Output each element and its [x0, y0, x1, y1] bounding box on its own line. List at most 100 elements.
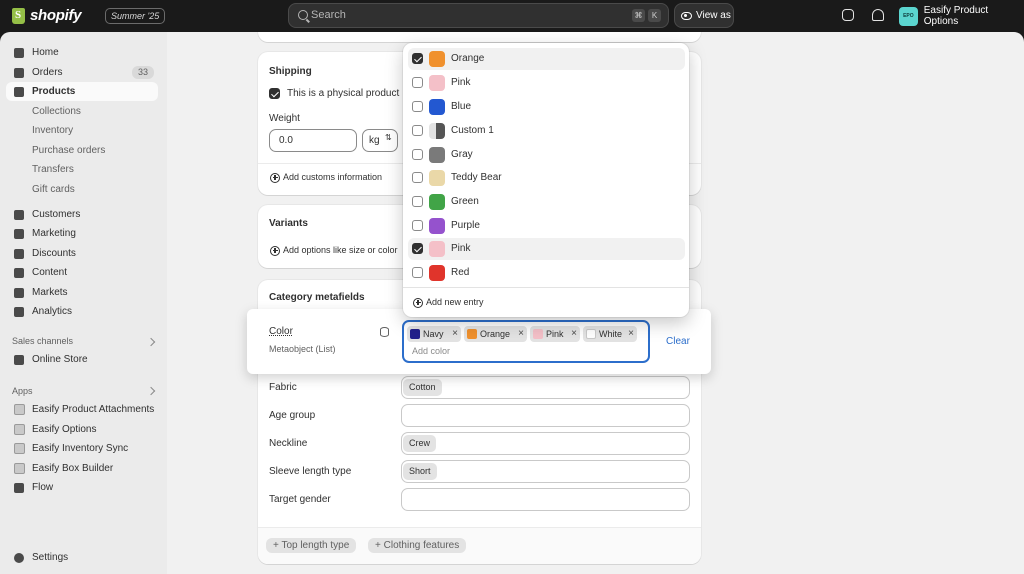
sidebar-item-label: Products	[32, 86, 76, 97]
fabric-field[interactable]: Cotton	[401, 376, 690, 399]
sidebar-item-app[interactable]: Easify Inventory Sync	[6, 439, 158, 458]
option-purple[interactable]: Purple	[408, 215, 685, 237]
brand-name: shopify	[30, 7, 82, 24]
sidebar-item-label: Customers	[32, 209, 81, 220]
store-avatar: EPO	[899, 6, 918, 26]
neckline-label: Neckline	[269, 438, 308, 449]
target-gender-field[interactable]	[401, 488, 690, 511]
top-length-type-suggestion[interactable]: + Top length type	[266, 538, 357, 553]
option-gray[interactable]: Gray	[408, 144, 685, 166]
sidebar-item-flow[interactable]: Flow	[6, 478, 158, 497]
weight-unit-select[interactable]: kg ⇅	[362, 129, 398, 152]
sidebar-item-products[interactable]: Products	[6, 82, 158, 101]
weight-unit-value: kg	[369, 135, 380, 146]
sidebar-item-gift-cards[interactable]: Gift cards	[6, 180, 158, 199]
bell-icon[interactable]	[872, 9, 884, 21]
orange-swatch	[467, 329, 477, 339]
add-customs-link[interactable]: Add customs information	[283, 172, 382, 182]
home-icon	[14, 47, 24, 58]
neckline-field[interactable]: Crew	[401, 432, 690, 455]
sidebar-item-discounts[interactable]: Discounts	[6, 244, 158, 263]
sidebar-item-label: Home	[32, 47, 59, 58]
option-pink[interactable]: Pink	[408, 72, 685, 94]
chevron-right-icon[interactable]	[146, 337, 156, 347]
pink-swatch	[533, 329, 543, 339]
sidebar-item-collections[interactable]: Collections	[6, 102, 158, 121]
tag-orange: Orange ×	[464, 326, 527, 342]
store-name: Easify Product Options	[923, 5, 989, 27]
color-swatch	[429, 170, 445, 186]
clear-button[interactable]: Clear	[666, 336, 690, 347]
color-label[interactable]: Color	[269, 326, 293, 337]
discount-icon	[14, 248, 24, 259]
option-checkbox[interactable]	[412, 267, 423, 278]
physical-product-checkbox[interactable]	[269, 88, 280, 99]
weight-input[interactable]: 0.0	[269, 129, 357, 152]
color-swatch	[429, 99, 445, 115]
sidebar-item-label: Markets	[32, 287, 68, 298]
app-icon	[14, 404, 25, 415]
option-label: Orange	[451, 53, 485, 64]
option-checkbox[interactable]	[412, 220, 423, 231]
sidebar-item-analytics[interactable]: Analytics	[6, 302, 158, 321]
sidebar-item-content[interactable]: Content	[6, 263, 158, 282]
search-bar[interactable]: Search ⌘ K	[288, 3, 669, 28]
option-label: Custom 1	[451, 125, 494, 136]
option-checkbox[interactable]	[412, 125, 423, 136]
option-checkbox[interactable]	[412, 101, 423, 112]
remove-tag-icon[interactable]: ×	[449, 326, 461, 342]
physical-product-label: This is a physical product	[287, 88, 400, 99]
remove-tag-icon[interactable]: ×	[568, 326, 580, 342]
color-swatch	[429, 75, 445, 91]
view-as-button[interactable]: View as	[674, 3, 734, 28]
option-checkbox[interactable]	[412, 196, 423, 207]
sidebar-item-label: Easify Inventory Sync	[32, 443, 129, 454]
tag-label: White	[599, 329, 623, 339]
remove-tag-icon[interactable]: ×	[515, 326, 527, 342]
sidebar-item-home[interactable]: Home	[6, 43, 158, 62]
option-teddy-bear[interactable]: Teddy Bear	[408, 167, 685, 189]
sidebar-item-customers[interactable]: Customers	[6, 205, 158, 224]
shopify-logo[interactable]: shopify	[12, 7, 82, 24]
category-metafields-title: Category metafields	[269, 292, 365, 303]
sidebar-item-marketing[interactable]: Marketing	[6, 224, 158, 243]
color-tag-input[interactable]: Navy × Orange × Pink × White × Add color	[402, 320, 650, 363]
chevron-right-icon[interactable]	[146, 386, 156, 396]
suggestions-footer: + Top length type + Clothing features	[258, 527, 701, 564]
sidebar-item-markets[interactable]: Markets	[6, 283, 158, 302]
sidebar-item-settings[interactable]: Settings	[6, 548, 158, 567]
option-checkbox[interactable]	[412, 77, 423, 88]
option-pink-2[interactable]: Pink	[408, 238, 685, 260]
option-green[interactable]: Green	[408, 191, 685, 213]
sidebar-item-online-store[interactable]: Online Store	[6, 350, 158, 369]
option-checkbox[interactable]	[412, 53, 423, 64]
sidebar-item-app[interactable]: Easify Box Builder	[6, 459, 158, 478]
age-group-field[interactable]	[401, 404, 690, 427]
sidebar-item-purchase-orders[interactable]: Purchase orders	[6, 141, 158, 160]
option-red[interactable]: Red	[408, 262, 685, 284]
option-blue[interactable]: Blue	[408, 96, 685, 118]
app-icon	[14, 424, 25, 435]
option-custom-1[interactable]: Custom 1	[408, 120, 685, 142]
sidebar-item-app[interactable]: Easify Options	[6, 420, 158, 439]
sidebar-item-inventory[interactable]: Inventory	[6, 121, 158, 140]
clothing-features-suggestion[interactable]: + Clothing features	[368, 538, 467, 553]
sidekick-icon[interactable]	[842, 9, 854, 21]
store-menu[interactable]: EPO Easify Product Options	[899, 5, 1024, 27]
option-checkbox[interactable]	[412, 243, 423, 254]
sleeve-length-field[interactable]: Short	[401, 460, 690, 483]
add-options-link[interactable]: Add options like size or color	[283, 245, 398, 255]
fabric-value-chip: Cotton	[403, 379, 442, 396]
add-new-entry-button[interactable]: Add new entry	[426, 297, 484, 307]
tag-navy: Navy ×	[407, 326, 461, 342]
option-checkbox[interactable]	[412, 172, 423, 183]
option-checkbox[interactable]	[412, 149, 423, 160]
k-key: K	[648, 9, 661, 22]
sidebar-item-label: Gift cards	[32, 184, 75, 195]
sidebar-item-orders[interactable]: Orders 33	[6, 63, 158, 82]
sidebar-item-app[interactable]: Easify Product Attachments	[6, 400, 158, 419]
apps-title: Apps	[12, 386, 33, 396]
remove-tag-icon[interactable]: ×	[625, 326, 637, 342]
sidebar-item-transfers[interactable]: Transfers	[6, 160, 158, 179]
option-orange[interactable]: Orange	[408, 48, 685, 70]
